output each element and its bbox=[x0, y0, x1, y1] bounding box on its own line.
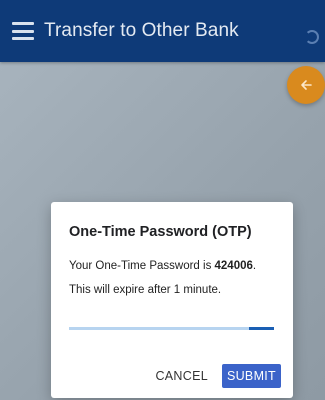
otp-message-suffix: . bbox=[252, 260, 257, 272]
cancel-button[interactable]: CANCEL bbox=[151, 366, 212, 386]
otp-dialog: One-Time Password (OTP) Your One-Time Pa… bbox=[51, 202, 293, 398]
otp-code: 424006 bbox=[214, 260, 253, 272]
arrow-left-icon bbox=[301, 80, 312, 90]
expiry-progress-bar bbox=[69, 327, 274, 330]
app-bar: Transfer to Other Bank bbox=[0, 0, 325, 62]
screen: Transfer to Other Bank One-Time Password… bbox=[0, 0, 325, 400]
hamburger-menu-icon[interactable] bbox=[12, 22, 34, 40]
submit-button[interactable]: SUBMIT bbox=[221, 364, 281, 388]
page-title: Transfer to Other Bank bbox=[44, 20, 239, 41]
expiry-progress-fill bbox=[249, 327, 274, 330]
otp-message: Your One-Time Password is 424006. bbox=[69, 260, 256, 272]
dialog-actions: CANCEL SUBMIT bbox=[151, 364, 281, 388]
spinner-icon bbox=[305, 30, 319, 44]
dialog-title: One-Time Password (OTP) bbox=[69, 224, 252, 240]
otp-message-prefix: Your One-Time Password is bbox=[69, 260, 215, 272]
back-fab-button[interactable] bbox=[287, 66, 325, 104]
otp-expiry-text: This will expire after 1 minute. bbox=[69, 284, 222, 296]
